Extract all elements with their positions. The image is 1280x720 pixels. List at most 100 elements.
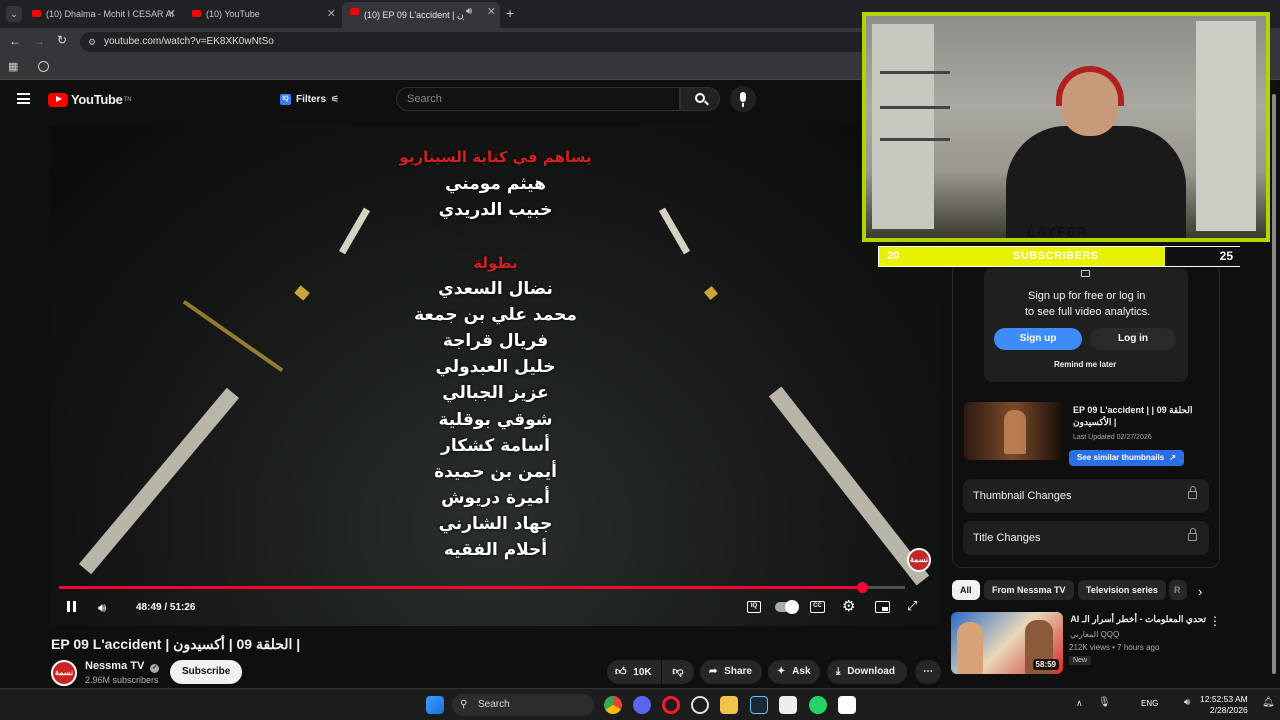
new-tab-button[interactable]: + xyxy=(506,5,514,21)
whatsapp-icon[interactable] xyxy=(809,696,827,714)
chrome-icon[interactable] xyxy=(604,696,622,714)
chip-more[interactable]: R xyxy=(1169,580,1187,600)
pause-icon xyxy=(67,601,70,612)
ask-label: Ask xyxy=(792,666,811,677)
thumbnail-changes-row[interactable]: Thumbnail Changes xyxy=(963,479,1209,513)
streamer-torso xyxy=(1006,126,1186,238)
taskbar-clock[interactable]: 12:52:53 AM 2/28/2026 xyxy=(1200,694,1248,716)
search-input[interactable]: Search xyxy=(396,87,680,111)
youtube-play-icon xyxy=(48,92,68,107)
chip-all[interactable]: All xyxy=(952,580,980,600)
tab-title: (10) EP 09 L'accident | أكسيدون xyxy=(364,9,464,20)
filters-button[interactable]: IQ Filters ⚟ xyxy=(272,88,347,110)
file-explorer-icon[interactable] xyxy=(720,696,738,714)
youtube-logo[interactable]: YouTube TN xyxy=(48,92,132,107)
mic-tray-icon[interactable]: 🎙︎ xyxy=(1098,697,1111,708)
goal-label: SUBSCRIBERS xyxy=(1013,250,1099,262)
captions-button[interactable]: CC xyxy=(810,601,825,613)
close-tab-icon[interactable]: ✕ xyxy=(327,7,336,20)
steam-icon[interactable] xyxy=(750,696,768,714)
more-vertical-icon[interactable]: ⋮ xyxy=(1209,614,1221,628)
opera-icon[interactable] xyxy=(662,696,680,714)
remind-later-link[interactable]: Remind me later xyxy=(1054,360,1116,369)
volume-tray-icon[interactable]: 🔊︎ xyxy=(1184,697,1190,708)
epic-games-icon[interactable] xyxy=(779,696,797,714)
obs-icon[interactable] xyxy=(691,696,709,714)
scrollbar-thumb[interactable] xyxy=(1272,94,1276,674)
windows-start-icon[interactable] xyxy=(426,696,444,714)
url-field[interactable]: ⚙ youtube.com/watch?v=EK8XK0wNtSo xyxy=(80,32,880,52)
credit-cast: شوقي بوقلية xyxy=(438,410,553,430)
taskbar-search[interactable]: ⚲ Search xyxy=(452,694,594,716)
download-icon: ⤓ xyxy=(836,666,841,677)
chevron-right-icon[interactable]: › xyxy=(1198,584,1202,599)
reload-icon[interactable]: ↻ xyxy=(57,33,67,47)
last-updated: Last Updated 02/27/2026 xyxy=(1073,434,1152,441)
progress-bar[interactable] xyxy=(59,582,905,593)
dislike-button[interactable]: 👎︎ xyxy=(662,660,694,684)
search-button[interactable] xyxy=(680,87,720,111)
close-tab-icon[interactable]: ✕ xyxy=(487,5,496,18)
recommended-title[interactable]: تحدي المعلومات - أخطر أسرار الـ AI xyxy=(1070,614,1206,625)
forward-icon[interactable]: → xyxy=(33,34,45,48)
video-thumbnail[interactable] xyxy=(964,402,1062,460)
channel-avatar[interactable]: نسمة xyxy=(51,660,77,686)
youtube-favicon-icon xyxy=(192,10,201,17)
tab-title: (10) Dhalma - Mchit I CESAR AI xyxy=(46,9,175,19)
discord-icon[interactable] xyxy=(633,696,651,714)
tab-youtube[interactable]: (10) YouTube ✕ xyxy=(160,4,340,24)
title-changes-row[interactable]: Title Changes xyxy=(963,521,1209,555)
thumbnail-changes-label: Thumbnail Changes xyxy=(973,490,1072,502)
credit-cast: أسامة كشكار xyxy=(441,436,550,456)
credit-cast: أحلام الفقيه xyxy=(443,540,548,560)
scrubber-handle[interactable] xyxy=(856,582,868,593)
credit-cast: أيمن بن حميدة xyxy=(434,462,557,482)
channel-name[interactable]: Nessma TV ✓ xyxy=(85,660,160,673)
credit-writer: هيثم مومني xyxy=(445,174,546,194)
ask-button[interactable]: ✦ Ask xyxy=(768,660,820,684)
share-button[interactable]: ➦ Share xyxy=(700,660,762,684)
back-icon[interactable]: ← xyxy=(9,34,21,48)
settings-button[interactable]: ⚙ xyxy=(842,597,855,615)
menu-icon[interactable] xyxy=(17,93,30,104)
download-button[interactable]: ⤓ Download xyxy=(827,660,907,684)
recommended-video-thumbnail[interactable]: 58:59 xyxy=(951,612,1063,674)
clock-time: 12:52:53 AM xyxy=(1200,694,1248,704)
sliders-icon: ⚟ xyxy=(331,93,340,104)
notification-icon[interactable]: 🔔︎ xyxy=(1262,697,1275,708)
log-in-button[interactable]: Log in xyxy=(1090,328,1176,350)
autoplay-toggle[interactable] xyxy=(775,600,799,614)
signup-line-2: to see full video analytics. xyxy=(1025,306,1151,318)
tray-chevron-icon[interactable]: ∧ xyxy=(1076,698,1083,709)
page-scrollbar[interactable] xyxy=(1271,82,1277,688)
capcut-icon[interactable] xyxy=(838,696,856,714)
tab-dhalma[interactable]: (10) Dhalma - Mchit I CESAR AI ✕ xyxy=(0,4,180,24)
like-button[interactable]: 👍︎ 10K xyxy=(607,660,661,684)
chip-television-series[interactable]: Television series xyxy=(1078,580,1166,600)
subscribe-button[interactable]: Subscribe xyxy=(170,660,243,684)
site-info-icon[interactable]: ⚙ xyxy=(88,32,96,52)
video-player[interactable]: يساهم في كتابة السيناريو هيثم مومني خبيب… xyxy=(51,126,940,626)
chip-from-nessma[interactable]: From Nessma TV xyxy=(984,580,1074,600)
tab-ep09[interactable]: (10) EP 09 L'accident | أكسيدون 🔊︎ ✕ xyxy=(342,2,500,28)
share-icon: ➦ xyxy=(709,666,718,677)
iq-icon: IQ xyxy=(750,603,758,609)
language-indicator[interactable]: ENG xyxy=(1141,699,1158,708)
see-similar-thumbnails-button[interactable]: See similar thumbnails ↗ xyxy=(1069,450,1185,466)
recommended-channel[interactable]: المغاربي QQQ xyxy=(1070,630,1119,639)
globe-icon[interactable] xyxy=(38,61,49,72)
volume-button[interactable]: 🔊︎ xyxy=(98,600,106,616)
credit-header-cast: بطولة xyxy=(473,254,518,272)
fullscreen-button[interactable]: ⤢ xyxy=(907,598,917,614)
miniplayer-button[interactable] xyxy=(875,601,890,613)
more-actions-button[interactable]: ⋯ xyxy=(915,660,941,684)
title-changes-label: Title Changes xyxy=(973,532,1041,544)
progress-fill xyxy=(59,586,862,589)
apps-grid-icon[interactable]: ▦ xyxy=(8,60,18,73)
sign-up-button[interactable]: Sign up xyxy=(994,328,1082,350)
credit-cast: نضال السعدي xyxy=(438,279,553,299)
external-link-icon: ↗ xyxy=(1169,453,1177,462)
voice-search-button[interactable] xyxy=(730,86,756,112)
speaker-icon[interactable]: 🔊︎ xyxy=(466,6,472,17)
iq-player-button[interactable]: IQ xyxy=(747,601,761,613)
